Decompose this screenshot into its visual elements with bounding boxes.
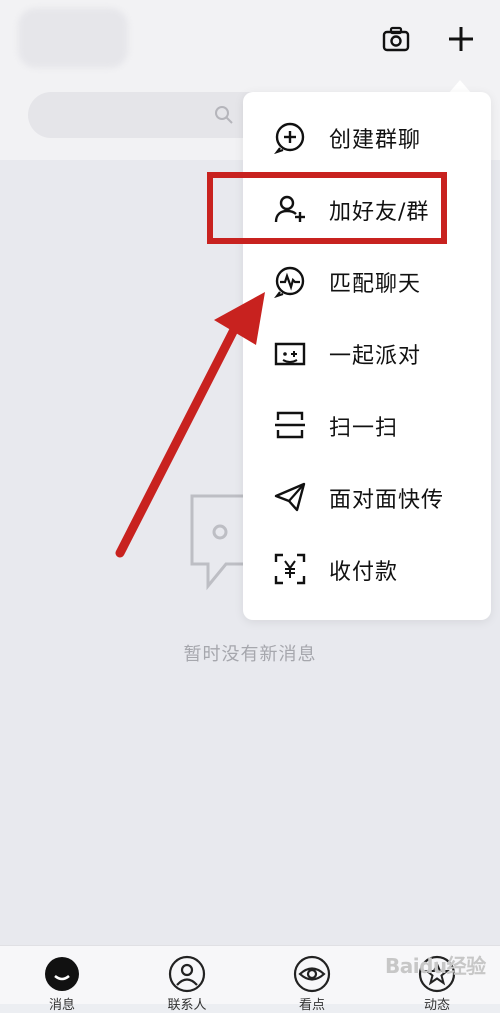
add-circle-icon <box>274 122 305 154</box>
eye-icon <box>293 955 331 993</box>
party-game-icon <box>274 342 306 366</box>
watermark: Baidu经验 <box>385 954 486 978</box>
avatar[interactable] <box>18 8 128 68</box>
tab-label: 消息 <box>48 998 75 1013</box>
menu-item-label: 匹配聊天 <box>329 272 422 297</box>
tab-contacts[interactable]: 联系人 <box>137 946 237 1013</box>
camera-icon[interactable] <box>380 24 412 56</box>
tab-messages[interactable]: 消息 <box>12 946 112 1013</box>
menu-item-scan[interactable]: 扫一扫 <box>243 388 491 460</box>
menu-item-face-to-face[interactable]: 面对面快传 <box>243 460 491 532</box>
menu-item-label: 创建群聊 <box>329 128 422 153</box>
contacts-icon <box>168 955 206 993</box>
scan-icon <box>275 411 305 439</box>
menu-item-label: 扫一扫 <box>329 416 399 441</box>
payment-scan-icon <box>274 553 306 585</box>
menu-item-label: 收付款 <box>329 560 399 585</box>
tab-label: 动态 <box>423 998 450 1013</box>
plus-icon[interactable] <box>444 22 478 56</box>
paper-plane-icon <box>274 482 306 512</box>
message-icon <box>45 957 79 991</box>
tab-label: 联系人 <box>167 998 207 1013</box>
menu-item-label: 一起派对 <box>329 344 422 369</box>
menu-item-match-chat[interactable]: 匹配聊天 <box>243 244 491 316</box>
tab-label: 看点 <box>298 998 325 1013</box>
pulse-circle-icon <box>274 266 305 298</box>
search-icon <box>215 106 233 124</box>
search-bar[interactable] <box>28 92 278 138</box>
menu-item-label: 面对面快传 <box>329 488 445 513</box>
annotation-highlight-box <box>207 172 447 244</box>
menu-item-party[interactable]: 一起派对 <box>243 316 491 388</box>
menu-item-create-group[interactable]: 创建群聊 <box>243 100 491 172</box>
tab-discover[interactable]: 看点 <box>262 946 362 1013</box>
menu-item-payment[interactable]: 收付款 <box>243 532 491 604</box>
empty-state-text: 暂时没有新消息 <box>183 644 317 665</box>
